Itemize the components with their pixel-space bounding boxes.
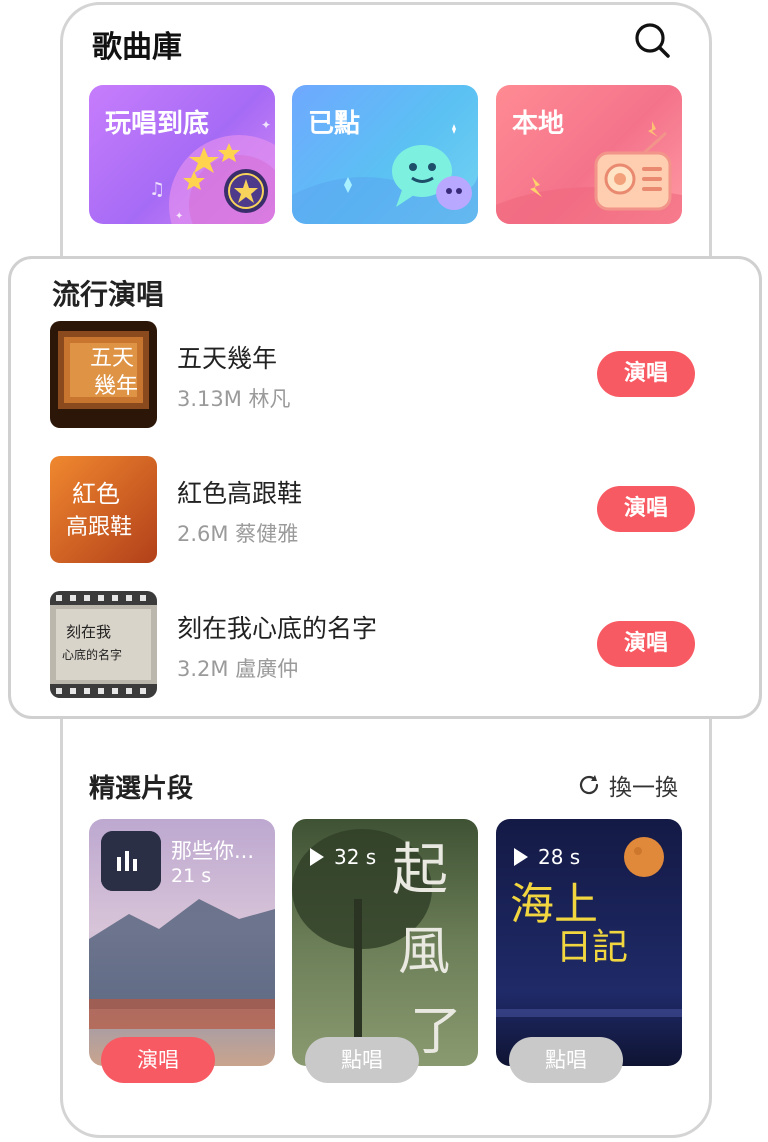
song-meta: 3.13M 林凡 bbox=[177, 387, 291, 411]
song-cover: 紅色 高跟鞋 bbox=[50, 456, 157, 563]
refresh-button[interactable]: 換一換 bbox=[577, 770, 678, 801]
popular-songs-panel: 流行演唱 五天 幾年 五天幾年 3.13M 林凡 演唱 紅色 高跟鞋 紅色高跟鞋… bbox=[8, 256, 762, 719]
clip-duration: 32 s bbox=[334, 845, 377, 869]
refresh-label: 換一換 bbox=[609, 775, 678, 801]
cover-title-line: 起 bbox=[392, 838, 448, 903]
cover-title-line: 紅色 bbox=[72, 480, 120, 508]
song-title: 刻在我心底的名字 bbox=[177, 614, 378, 643]
search-icon[interactable] bbox=[632, 20, 672, 60]
category-label: 玩唱到底 bbox=[105, 109, 210, 139]
clip-duration: 28 s bbox=[538, 845, 581, 869]
category-card-local[interactable]: 本地 bbox=[496, 85, 682, 224]
category-card-sing-through[interactable]: ♫ ✦ ✦ 玩唱到底 bbox=[89, 85, 275, 224]
sing-button[interactable]: 演唱 bbox=[597, 486, 695, 532]
song-title: 五天幾年 bbox=[177, 344, 278, 373]
clip-play: 32 s bbox=[310, 845, 376, 869]
cover-title-line: 風 bbox=[398, 922, 450, 982]
sing-button[interactable]: 演唱 bbox=[597, 621, 695, 667]
category-label: 已點 bbox=[308, 109, 361, 139]
song-meta: 3.2M 盧廣仲 bbox=[177, 657, 299, 681]
clip-thumbnail bbox=[101, 831, 161, 891]
sing-button[interactable]: 演唱 bbox=[101, 1037, 215, 1083]
category-label: 本地 bbox=[512, 109, 565, 139]
clip-play: 28 s bbox=[514, 845, 580, 869]
section-title-popular: 流行演唱 bbox=[52, 278, 165, 311]
refresh-icon bbox=[579, 775, 599, 795]
clip-card[interactable]: 起 風 了 32 s bbox=[292, 819, 478, 1066]
cover-title-line: 高跟鞋 bbox=[66, 515, 132, 540]
cover-title-line: 日記 bbox=[556, 927, 628, 968]
play-icon bbox=[514, 848, 528, 866]
request-button[interactable]: 點唱 bbox=[305, 1037, 419, 1083]
clip-card[interactable]: 海上 日記 28 s bbox=[496, 819, 682, 1066]
song-row[interactable]: 五天 幾年 五天幾年 3.13M 林凡 演唱 bbox=[50, 321, 710, 429]
cover-title-line: 海上 bbox=[510, 879, 598, 930]
song-title: 紅色高跟鞋 bbox=[177, 479, 303, 508]
page-title: 歌曲庫 bbox=[92, 30, 182, 65]
svg-text:♫: ♫ bbox=[149, 179, 165, 200]
cover-title-line: 幾年 bbox=[94, 374, 138, 399]
clip-name: 那些你... bbox=[171, 839, 255, 863]
clip-duration: 21 s bbox=[171, 865, 212, 887]
svg-text:✦: ✦ bbox=[261, 118, 271, 132]
play-icon bbox=[310, 848, 324, 866]
song-cover: 五天 幾年 bbox=[50, 321, 157, 428]
section-title-highlights: 精選片段 bbox=[89, 774, 194, 804]
category-card-requested[interactable]: 已點 bbox=[292, 85, 478, 224]
song-row[interactable]: 刻在我 心底的名字 刻在我心底的名字 3.2M 盧廣仲 演唱 bbox=[50, 591, 710, 699]
clip-card[interactable]: 那些你... 21 s bbox=[89, 819, 275, 1066]
sing-button[interactable]: 演唱 bbox=[597, 351, 695, 397]
request-button[interactable]: 點唱 bbox=[509, 1037, 623, 1083]
svg-text:✦: ✦ bbox=[175, 211, 183, 222]
song-row[interactable]: 紅色 高跟鞋 紅色高跟鞋 2.6M 蔡健雅 演唱 bbox=[50, 456, 710, 564]
cover-title-line: 五天 bbox=[90, 346, 134, 371]
cover-title-line: 心底的名字 bbox=[62, 647, 122, 662]
song-cover: 刻在我 心底的名字 bbox=[50, 591, 157, 698]
cover-title-line: 刻在我 bbox=[66, 623, 111, 641]
song-meta: 2.6M 蔡健雅 bbox=[177, 522, 299, 546]
